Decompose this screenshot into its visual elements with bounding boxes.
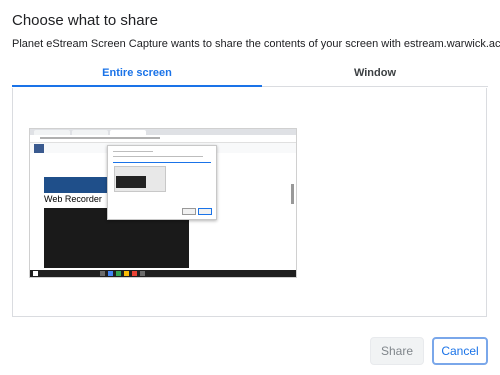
thumb-dialog-tab-line (113, 162, 211, 163)
thumb-taskbar-icon (100, 271, 105, 276)
screen-thumbnail[interactable]: Web Recorder (29, 128, 297, 278)
thumb-scrollbar (291, 184, 294, 204)
thumb-page-heading: Web Recorder (44, 194, 102, 204)
dialog-title: Choose what to share (12, 12, 158, 29)
tab-window[interactable]: Window (262, 60, 488, 86)
thumb-dialog-text-line (113, 156, 203, 157)
thumb-taskbar-icon (116, 271, 121, 276)
thumb-blue-banner (44, 177, 108, 193)
thumb-dialog-cancel-btn (198, 208, 212, 215)
thumb-dialog-title-line (113, 151, 153, 152)
thumb-taskbar-icon (124, 271, 129, 276)
thumb-taskbar-icon (132, 271, 137, 276)
share-tabs: Entire screen Window (12, 60, 488, 87)
thumb-dialog-share-btn (182, 208, 196, 215)
cancel-button[interactable]: Cancel (432, 337, 488, 365)
thumb-start-icon (33, 271, 38, 276)
thumb-dialog-preview-dark (116, 176, 146, 188)
dialog-description: Planet eStream Screen Capture wants to s… (12, 38, 500, 50)
share-button[interactable]: Share (370, 337, 424, 365)
screen-list-panel: Web Recorder (12, 88, 487, 317)
thumb-address-bar (30, 135, 296, 143)
tab-entire-screen[interactable]: Entire screen (12, 60, 262, 87)
thumb-taskbar-icon (108, 271, 113, 276)
thumb-taskbar-icon (140, 271, 145, 276)
thumb-url-text (40, 137, 160, 139)
thumb-taskbar (30, 270, 296, 277)
thumb-site-logo (34, 144, 44, 153)
thumb-share-dialog (107, 145, 217, 220)
